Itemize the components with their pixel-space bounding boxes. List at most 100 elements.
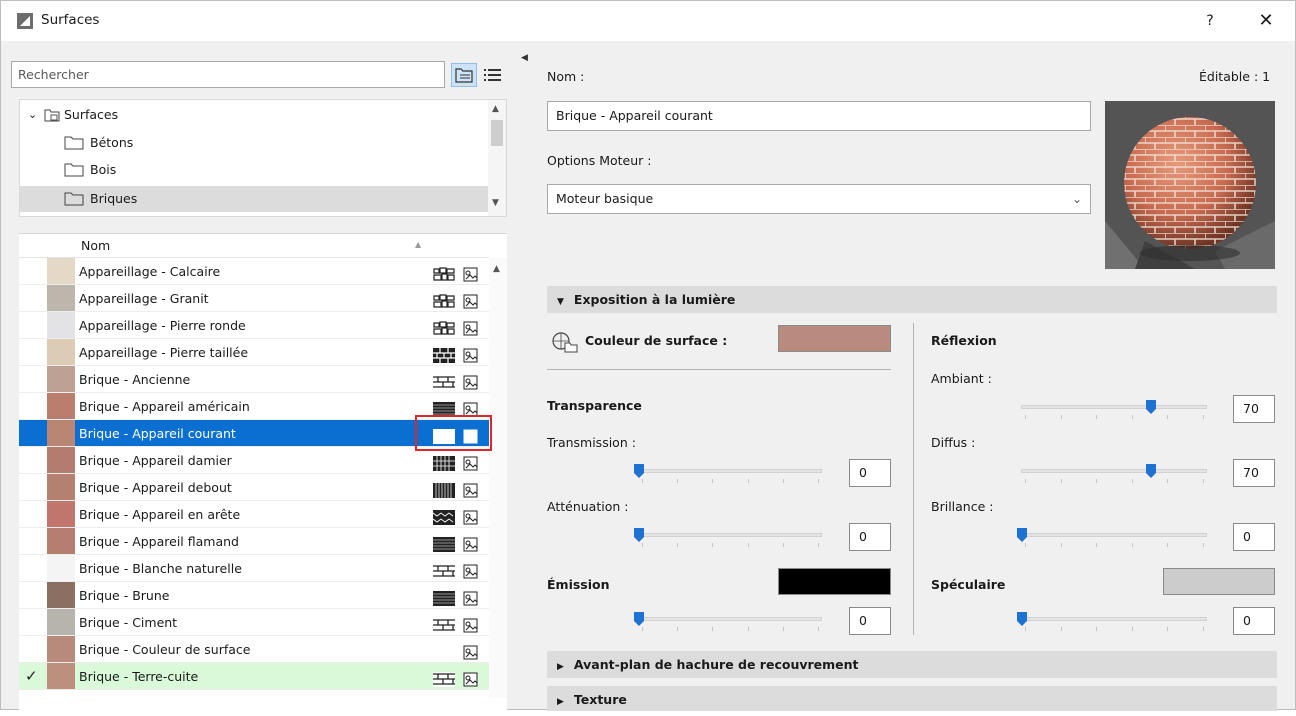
list-item[interactable]: Brique - Couleur de surface: [19, 636, 489, 663]
hatch-pattern-icon: [433, 291, 455, 309]
ambient-slider-knob[interactable]: [1145, 400, 1156, 414]
surface-color-swatch[interactable]: [778, 325, 891, 352]
expand-icon: ▶: [557, 697, 564, 707]
specular-color-swatch[interactable]: [1163, 568, 1275, 595]
emission-color-swatch[interactable]: [778, 568, 891, 595]
list-view-button[interactable]: [481, 63, 505, 87]
engine-options-label: Options Moteur :: [547, 153, 652, 168]
slider-tick: [1060, 415, 1062, 419]
slider-tick: [677, 627, 679, 631]
transmission-label: Transmission :: [547, 435, 636, 450]
specular-value[interactable]: 0: [1233, 607, 1275, 635]
surfaces-dialog: Surfaces ? ✕ ◀ ⌄ Surfaces: [0, 0, 1296, 711]
transmission-slider-knob[interactable]: [634, 464, 644, 478]
shininess-slider-knob[interactable]: [1017, 528, 1027, 542]
diffuse-value[interactable]: 70: [1233, 459, 1275, 487]
slider-tick: [818, 543, 819, 547]
attenuation-value[interactable]: 0: [849, 523, 891, 551]
specular-slider-knob[interactable]: [1017, 612, 1027, 626]
attenuation-slider-knob[interactable]: [634, 528, 644, 542]
slider-tick: [642, 543, 643, 547]
scroll-down-icon[interactable]: ▼: [492, 198, 499, 208]
shininess-label: Brillance :: [931, 499, 994, 514]
emission-slider-track[interactable]: [638, 617, 822, 621]
shininess-slider-track[interactable]: [1021, 533, 1207, 537]
search-input[interactable]: [11, 61, 445, 88]
slider-tick: [1025, 627, 1026, 631]
slider-tick: [1096, 543, 1098, 547]
scroll-up-icon[interactable]: ▲: [492, 104, 499, 114]
list-item[interactable]: Brique - Ancienne: [19, 366, 489, 393]
tree-item-betons[interactable]: Bétons: [20, 130, 488, 156]
scroll-thumb[interactable]: [491, 120, 503, 146]
engine-select-value: Moteur basique: [556, 191, 654, 206]
hatch-pattern-icon: [433, 480, 455, 498]
app-icon: [17, 13, 33, 29]
hatch-pattern-icon: [433, 588, 455, 606]
close-button[interactable]: ✕: [1251, 7, 1281, 35]
shininess-value[interactable]: 0: [1233, 523, 1275, 551]
tree-item-surfaces[interactable]: ⌄ Surfaces: [20, 102, 488, 128]
ambient-label: Ambiant :: [931, 371, 992, 386]
list-item[interactable]: ✓ Brique - Terre-cuite: [19, 663, 489, 690]
surface-name: Brique - Terre-cuite: [79, 669, 199, 684]
ambient-slider-track[interactable]: [1021, 405, 1207, 409]
expand-icon: ▶: [557, 662, 564, 672]
list-item[interactable]: Brique - Ciment: [19, 609, 489, 636]
list-item[interactable]: Appareillage - Granit: [19, 285, 489, 312]
list-item[interactable]: Brique - Appareil debout: [19, 474, 489, 501]
section-light-exposure[interactable]: ▼ Exposition à la lumière: [547, 286, 1277, 313]
hatch-pattern-icon: [433, 453, 455, 471]
surface-name: Brique - Appareil américain: [79, 399, 250, 414]
emission-value[interactable]: 0: [849, 607, 891, 635]
ambient-value[interactable]: 70: [1233, 395, 1275, 423]
emission-slider-knob[interactable]: [634, 612, 644, 626]
help-button[interactable]: ?: [1195, 7, 1225, 35]
specular-slider-track[interactable]: [1021, 617, 1207, 621]
list-item[interactable]: Brique - Blanche naturelle: [19, 555, 489, 582]
surface-name: Appareillage - Pierre taillée: [79, 345, 249, 360]
folder-icon: [64, 136, 84, 150]
section-texture[interactable]: ▶ Texture: [547, 686, 1277, 711]
engine-select[interactable]: Moteur basique ⌄: [547, 184, 1091, 214]
list-item[interactable]: Brique - Appareil damier: [19, 447, 489, 474]
list-item[interactable]: Appareillage - Pierre taillée: [19, 339, 489, 366]
color-swatch: [47, 312, 75, 338]
tree-item-briques[interactable]: Briques: [20, 186, 488, 212]
surface-name: Brique - Blanche naturelle: [79, 561, 242, 576]
color-swatch: [47, 474, 75, 500]
folder-view-icon: [455, 68, 473, 83]
scroll-up-icon[interactable]: ▲: [493, 264, 500, 274]
list-item[interactable]: Appareillage - Calcaire: [19, 258, 489, 285]
list-item[interactable]: Brique - Appareil flamand: [19, 528, 489, 555]
list-item[interactable]: Appareillage - Pierre ronde: [19, 312, 489, 339]
check-icon: ✓: [25, 667, 38, 685]
tree-scrollbar[interactable]: ▲ ▼: [488, 100, 506, 216]
tree-item-label: Bétons: [90, 135, 134, 150]
texture-icon: [463, 372, 478, 390]
section-hatch-overlay[interactable]: ▶ Avant-plan de hachure de recouvrement: [547, 651, 1277, 678]
chevron-down-icon[interactable]: ⌄: [28, 102, 37, 128]
transmission-slider-track[interactable]: [638, 469, 822, 473]
name-field[interactable]: Brique - Appareil courant: [547, 101, 1091, 131]
transmission-value[interactable]: 0: [849, 459, 891, 487]
tree-item-bois[interactable]: Bois: [20, 157, 488, 183]
diffuse-label: Diffus :: [931, 435, 976, 450]
diffuse-slider-track[interactable]: [1021, 469, 1207, 473]
folder-icon: [64, 163, 84, 177]
column-header-nom[interactable]: Nom: [81, 238, 110, 253]
attenuation-slider-track[interactable]: [638, 533, 822, 537]
collapse-splitter-icon[interactable]: ◀: [521, 53, 528, 63]
list-scrollbar[interactable]: ▲: [489, 258, 507, 698]
list-item[interactable]: Brique - Brune: [19, 582, 489, 609]
slider-tick: [677, 543, 679, 547]
list-item[interactable]: Brique - Appareil en arête: [19, 501, 489, 528]
slider-tick: [747, 543, 749, 547]
surface-name: Brique - Appareil en arête: [79, 507, 241, 522]
specular-heading: Spéculaire: [931, 577, 1006, 592]
folder-view-button[interactable]: [451, 63, 477, 87]
surface-name: Brique - Appareil flamand: [79, 534, 239, 549]
texture-icon: [463, 345, 478, 363]
color-swatch: [47, 636, 75, 662]
diffuse-slider-knob[interactable]: [1145, 464, 1156, 478]
